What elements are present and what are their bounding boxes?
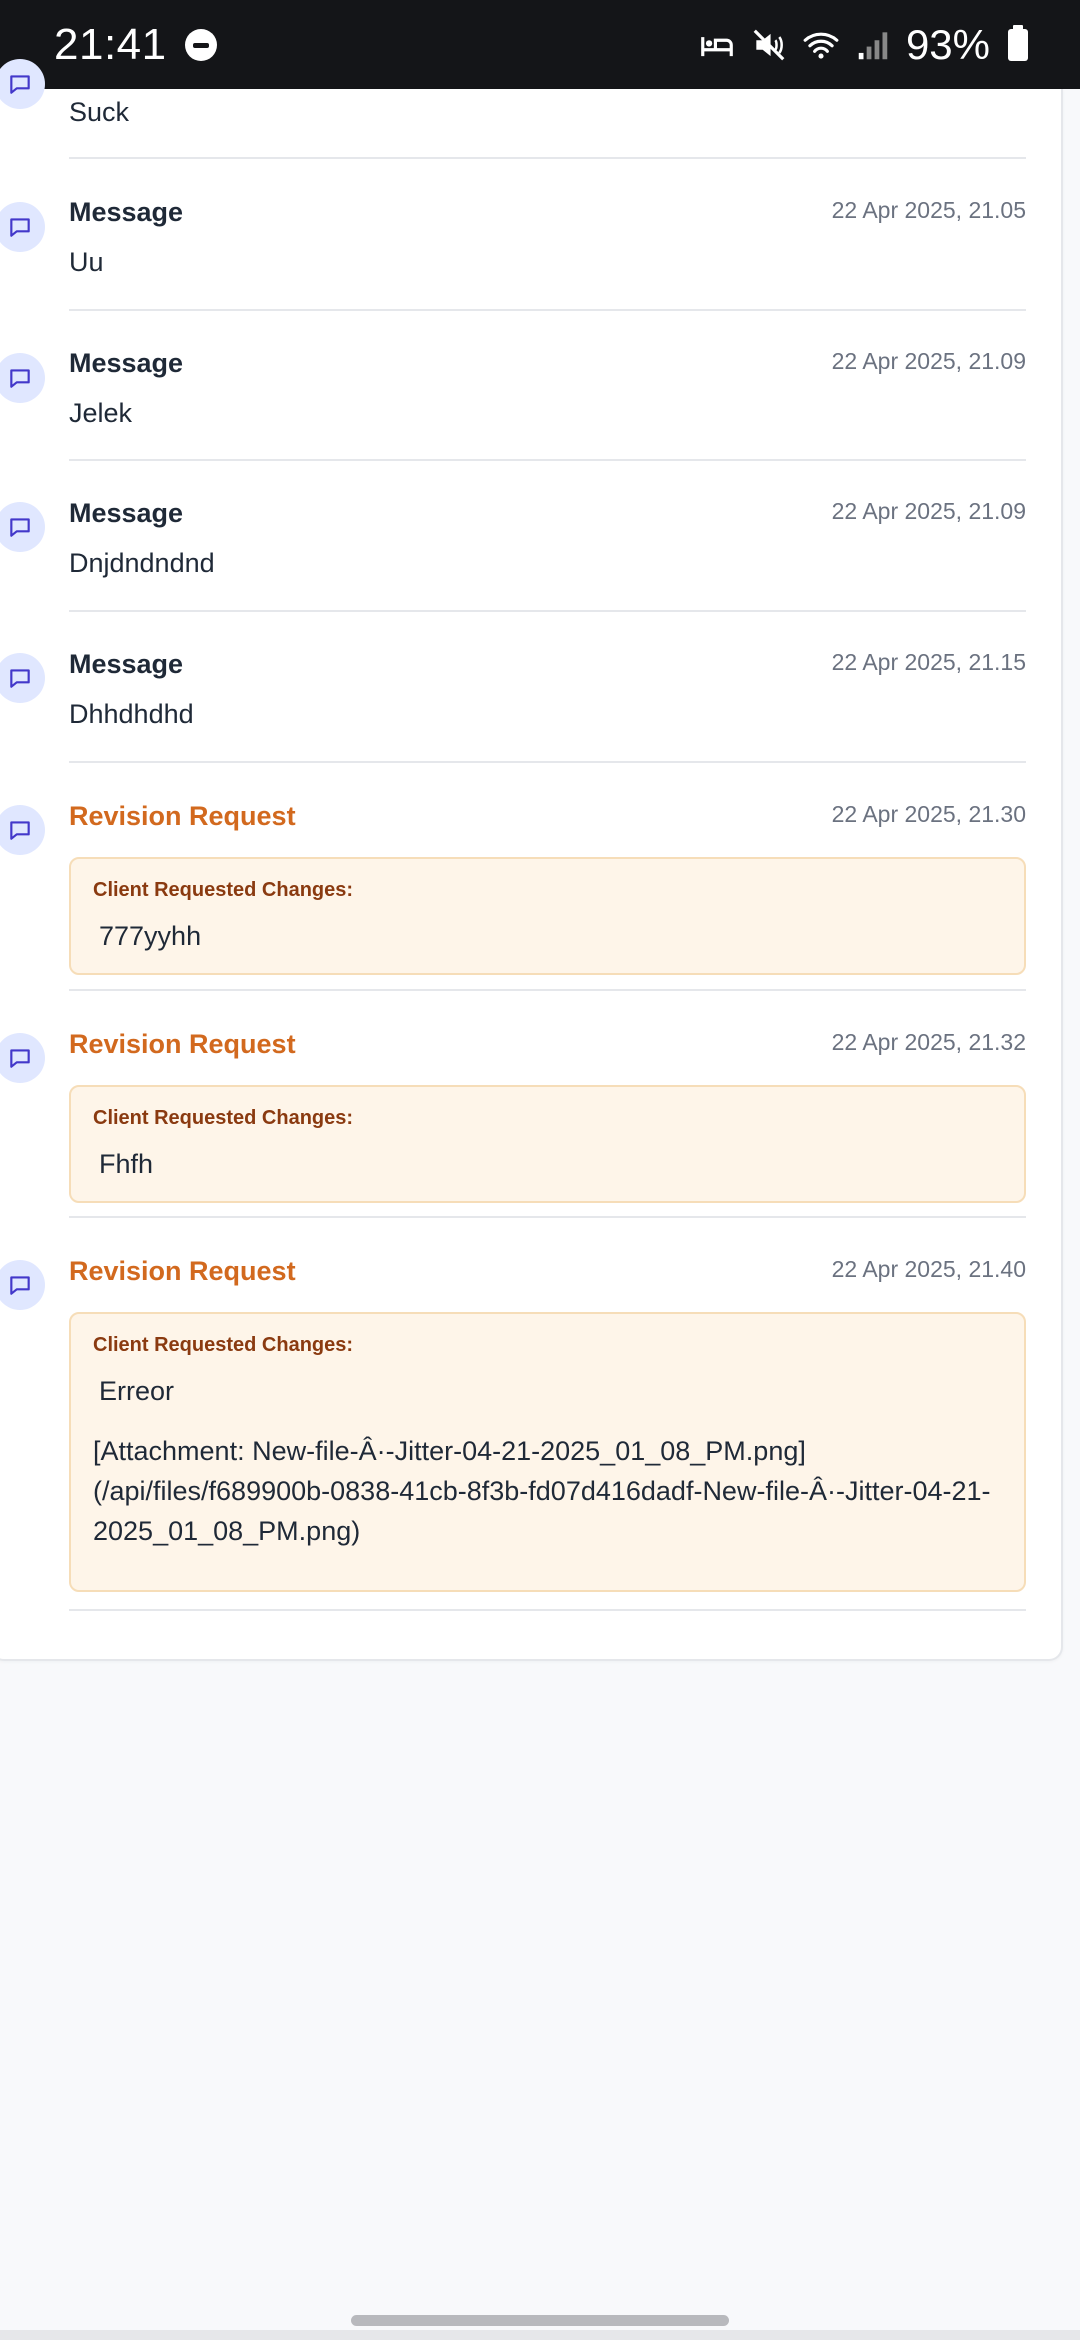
signal-icon [854, 26, 892, 64]
chat-icon [0, 653, 45, 703]
revision-title: Revision Request [69, 1029, 296, 1059]
chat-icon [0, 805, 45, 855]
message-body: Suck [69, 97, 130, 127]
list-item: Revision Request 22 Apr 2025, 21.40 Clie… [0, 1218, 1026, 1611]
chat-icon [0, 1033, 45, 1083]
revision-timestamp: 22 Apr 2025, 21.40 [831, 1256, 1026, 1282]
list-item: Message 22 Apr 2025, 21.05 Uu [0, 159, 1026, 311]
revision-timestamp: 22 Apr 2025, 21.30 [831, 801, 1026, 827]
requested-changes-text: Fhfh [99, 1149, 154, 1179]
requested-changes-label: Client Requested Changes: [93, 1107, 354, 1129]
requested-changes-box: Client Requested Changes: 777yyhh [69, 857, 1026, 975]
message-timestamp: 22 Apr 2025, 21.09 [831, 348, 1026, 374]
list-item: Revision Request 22 Apr 2025, 21.30 Clie… [0, 763, 1026, 991]
chat-icon [0, 59, 45, 109]
list-item: Suck [0, 59, 1026, 159]
message-body: Dnjdndndnd [69, 548, 215, 578]
navigation-strip [0, 2330, 1080, 2340]
revision-title: Revision Request [69, 1256, 296, 1286]
requested-changes-label: Client Requested Changes: [93, 879, 354, 901]
message-title: Message [69, 348, 184, 378]
message-body: Uu [69, 247, 104, 277]
wifi-icon [802, 26, 840, 64]
chat-icon [0, 502, 45, 552]
message-body: Dhhdhdhd [69, 699, 194, 729]
status-time: 21:41 [54, 19, 167, 69]
activity-card: Suck Message 22 Apr 2025, 21.05 Uu Messa… [0, 59, 1063, 1661]
sleep-mode-icon [698, 26, 736, 64]
message-timestamp: 22 Apr 2025, 21.09 [831, 498, 1026, 524]
message-timestamp: 22 Apr 2025, 21.05 [831, 197, 1026, 223]
do-not-disturb-icon [184, 28, 217, 61]
home-indicator[interactable] [351, 2315, 729, 2326]
message-title: Message [69, 498, 184, 528]
attachment-link[interactable]: [Attachment: New-file-Â·-Jitter-04-21-20… [93, 1431, 1002, 1551]
list-item: Message 22 Apr 2025, 21.09 Dnjdndndnd [0, 461, 1026, 612]
requested-changes-text: Erreor [99, 1376, 175, 1406]
list-item: Message 22 Apr 2025, 21.09 Jelek [0, 311, 1026, 461]
message-title: Message [69, 649, 184, 679]
message-body: Jelek [69, 398, 133, 428]
mute-icon [750, 26, 788, 64]
requested-changes-box: Client Requested Changes: Erreor [Attach… [69, 1312, 1026, 1592]
revision-title: Revision Request [69, 801, 296, 831]
chat-icon [0, 202, 45, 252]
list-item: Message 22 Apr 2025, 21.15 Dhhdhdhd [0, 612, 1026, 763]
message-timestamp: 22 Apr 2025, 21.15 [831, 649, 1026, 675]
battery-icon [1008, 24, 1028, 61]
list-item: Revision Request 22 Apr 2025, 21.32 Clie… [0, 991, 1026, 1218]
requested-changes-box: Client Requested Changes: Fhfh [69, 1085, 1026, 1203]
message-title: Message [69, 197, 184, 227]
requested-changes-label: Client Requested Changes: [93, 1334, 354, 1356]
revision-timestamp: 22 Apr 2025, 21.32 [831, 1029, 1026, 1055]
chat-icon [0, 1260, 45, 1310]
requested-changes-text: 777yyhh [99, 921, 202, 951]
battery-percent: 93% [905, 20, 990, 68]
chat-icon [0, 353, 45, 403]
